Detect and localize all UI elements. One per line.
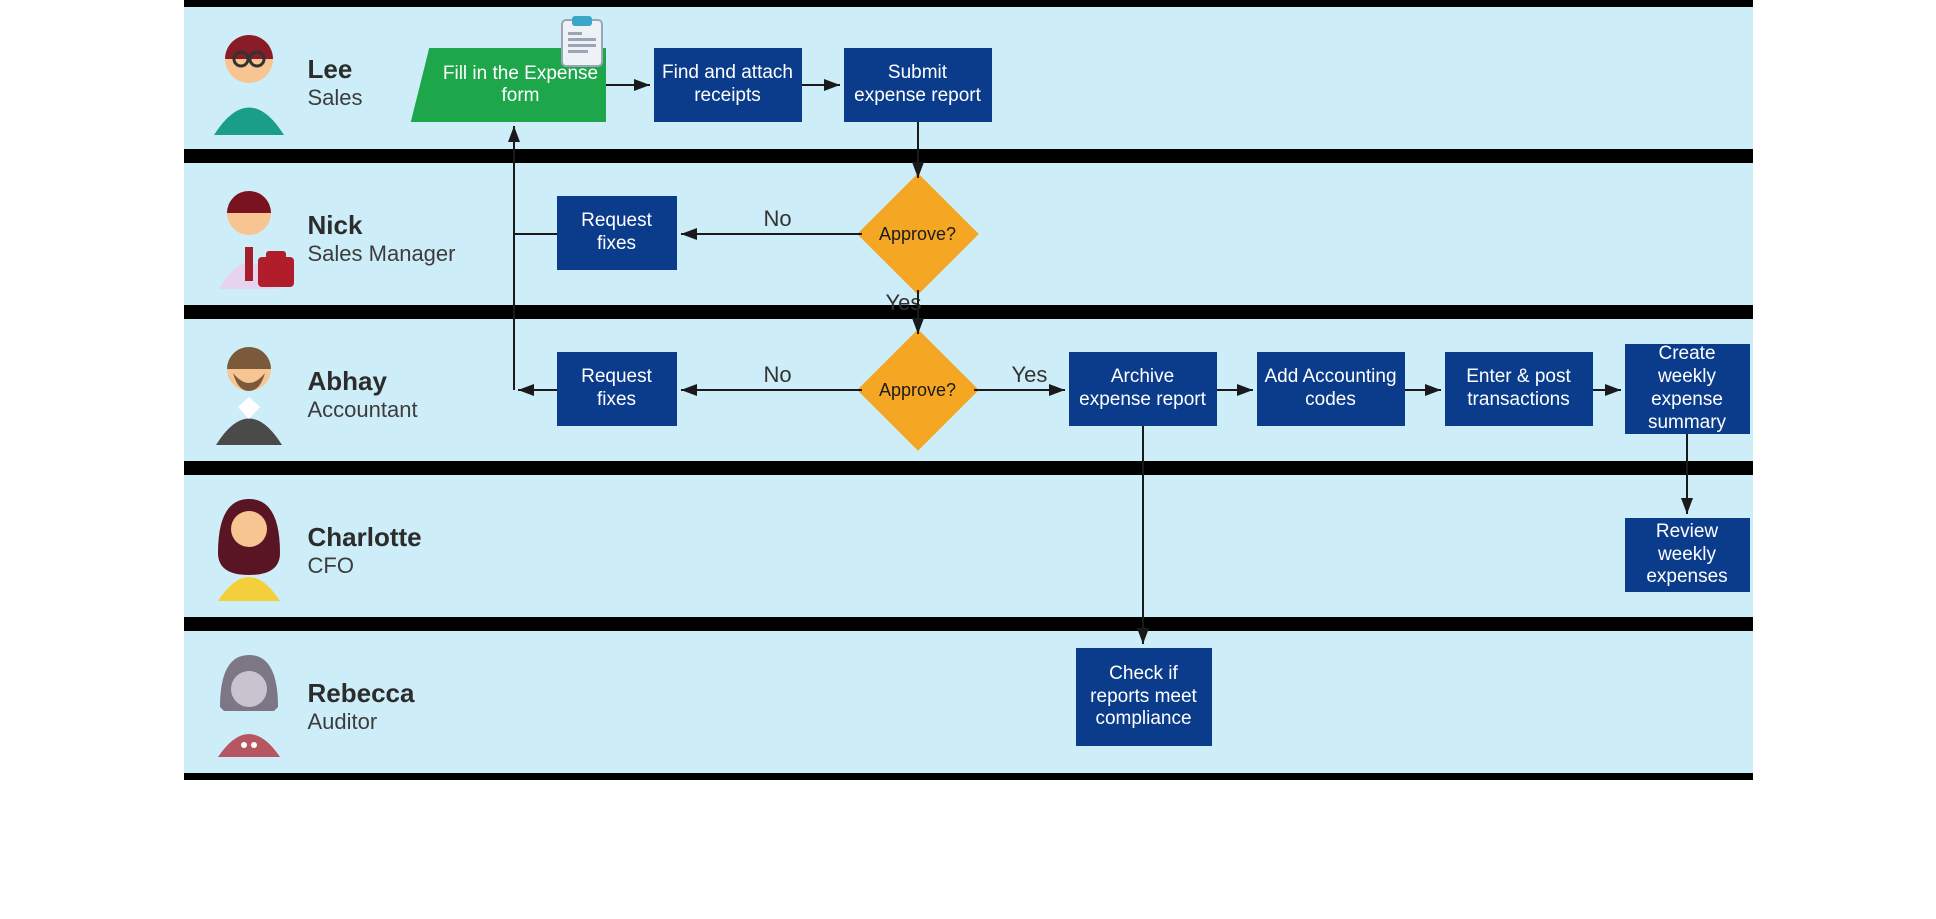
node-submit-expense-report-label: Submit expense report <box>850 62 986 108</box>
node-approve-abhay: Approve? <box>858 330 978 450</box>
node-enter-post-transactions-label: Enter & post transactions <box>1451 366 1587 412</box>
actor-role-rebecca: Auditor <box>308 710 415 733</box>
edge-label-yes-1: Yes <box>886 290 922 316</box>
swimlane-flowchart: Lee Sales Nick Sales Manager <box>184 0 1753 786</box>
lane-header-rebecca: Rebecca Auditor <box>204 649 415 764</box>
node-find-attach-receipts-label: Find and attach receipts <box>660 62 796 108</box>
node-approve-nick-label: Approve? <box>858 174 978 294</box>
actor-name-lee: Lee <box>308 56 363 83</box>
lane-header-abhay: Abhay Accountant <box>204 337 418 452</box>
actor-name-nick: Nick <box>308 212 456 239</box>
node-request-fixes-nick: Request fixes <box>557 196 677 270</box>
avatar-charlotte <box>204 493 294 608</box>
node-enter-post-transactions: Enter & post transactions <box>1445 352 1593 426</box>
lane-header-charlotte: Charlotte CFO <box>204 493 422 608</box>
edge-label-yes-2: Yes <box>1012 362 1048 388</box>
node-review-weekly-expenses: Review weekly expenses <box>1625 518 1750 592</box>
node-create-weekly-summary-label: Create weekly expense summary <box>1631 343 1744 434</box>
avatar-nick <box>204 181 294 296</box>
edge-label-no-1: No <box>764 206 792 232</box>
actor-name-charlotte: Charlotte <box>308 524 422 551</box>
node-archive-expense-report: Archive expense report <box>1069 352 1217 426</box>
node-check-compliance-label: Check if reports meet compliance <box>1082 663 1206 731</box>
lane-header-nick: Nick Sales Manager <box>204 181 456 296</box>
lane-rebecca: Rebecca Auditor <box>184 624 1753 780</box>
avatar-abhay <box>204 337 294 452</box>
clipboard-icon <box>554 14 610 70</box>
actor-role-abhay: Accountant <box>308 398 418 421</box>
node-request-fixes-abhay-label: Request fixes <box>563 366 671 412</box>
node-review-weekly-expenses-label: Review weekly expenses <box>1631 521 1744 589</box>
lane-charlotte: Charlotte CFO <box>184 468 1753 624</box>
actor-name-rebecca: Rebecca <box>308 680 415 707</box>
actor-role-charlotte: CFO <box>308 554 422 577</box>
node-approve-nick: Approve? <box>858 174 978 294</box>
node-approve-abhay-label: Approve? <box>858 330 978 450</box>
node-request-fixes-abhay: Request fixes <box>557 352 677 426</box>
actor-name-abhay: Abhay <box>308 368 418 395</box>
node-add-accounting-codes: Add Accounting codes <box>1257 352 1405 426</box>
node-create-weekly-summary: Create weekly expense summary <box>1625 344 1750 434</box>
node-request-fixes-nick-label: Request fixes <box>563 210 671 256</box>
avatar-lee <box>204 25 294 140</box>
node-submit-expense-report: Submit expense report <box>844 48 992 122</box>
node-archive-expense-report-label: Archive expense report <box>1075 366 1211 412</box>
edge-label-no-2: No <box>764 362 792 388</box>
node-check-compliance: Check if reports meet compliance <box>1076 648 1212 746</box>
lane-header-lee: Lee Sales <box>204 25 363 140</box>
node-find-attach-receipts: Find and attach receipts <box>654 48 802 122</box>
node-fill-expense-form-label: Fill in the Expense form <box>436 63 606 107</box>
node-add-accounting-codes-label: Add Accounting codes <box>1263 366 1399 412</box>
avatar-rebecca <box>204 649 294 764</box>
actor-role-lee: Sales <box>308 86 363 109</box>
actor-role-nick: Sales Manager <box>308 242 456 265</box>
